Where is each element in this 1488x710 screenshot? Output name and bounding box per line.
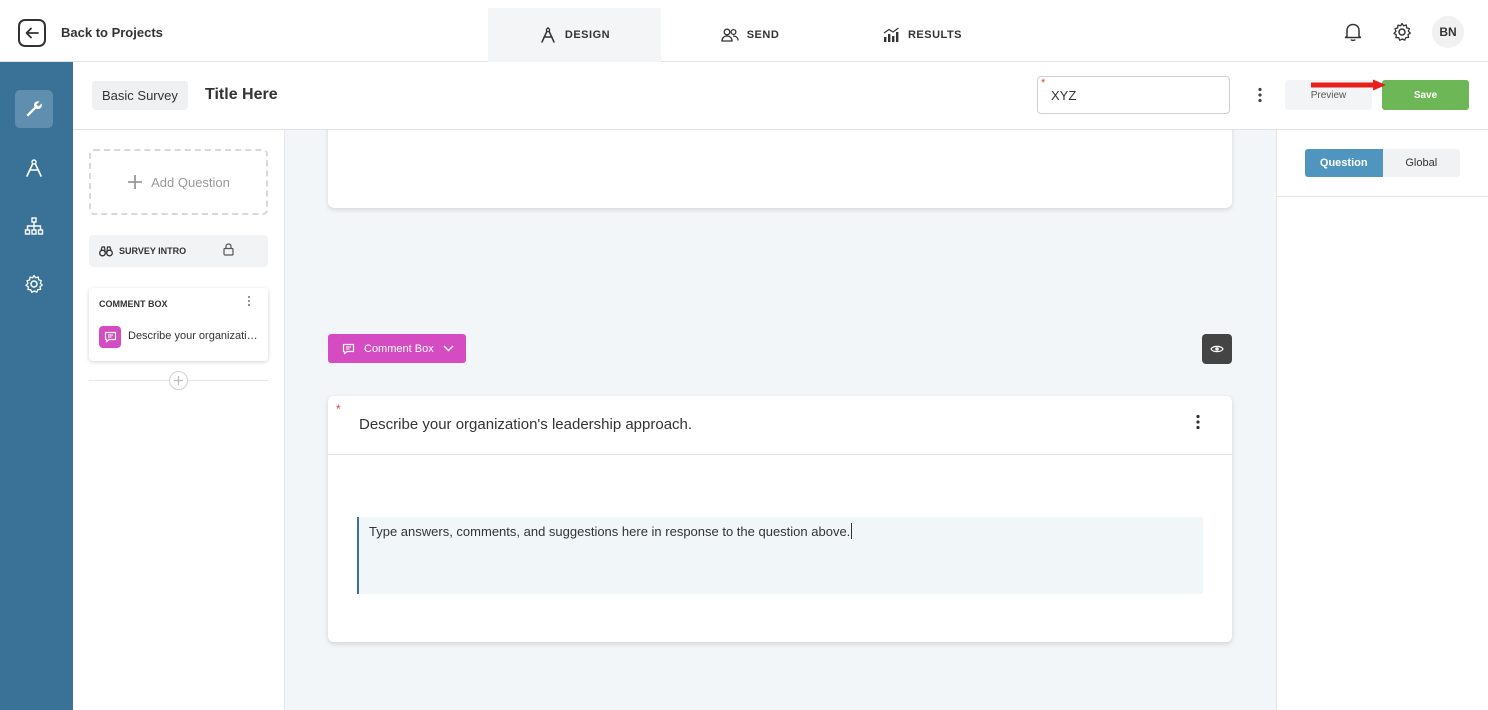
divider xyxy=(1277,196,1488,197)
more-options-icon[interactable] xyxy=(1196,414,1200,430)
add-question-label: Add Question xyxy=(151,174,230,190)
user-avatar[interactable]: BN xyxy=(1432,16,1464,48)
visibility-toggle[interactable] xyxy=(1202,334,1232,364)
survey-header: Basic Survey Title Here * Preview Save xyxy=(73,62,1488,130)
gear-icon[interactable] xyxy=(15,265,53,303)
outline-question-card[interactable]: COMMENT BOX Describe your organization's… xyxy=(89,288,268,361)
binoculars-icon xyxy=(99,245,113,257)
survey-intro-label: SURVEY INTRO xyxy=(119,246,187,256)
tab-global[interactable]: Global xyxy=(1382,149,1460,177)
answer-text: Type answers, comments, and suggestions … xyxy=(369,524,851,539)
survey-intro-item[interactable]: SURVEY INTRO xyxy=(89,235,268,267)
tab-results-label: RESULTS xyxy=(907,29,963,41)
tab-send-label: SEND xyxy=(746,29,780,41)
save-button[interactable]: Save xyxy=(1382,80,1469,110)
gear-icon[interactable] xyxy=(1390,20,1414,44)
tab-question[interactable]: Question xyxy=(1305,149,1383,177)
more-options-icon[interactable] xyxy=(1252,84,1268,106)
tab-design-label: DESIGN xyxy=(564,29,611,41)
survey-title[interactable]: Title Here xyxy=(205,86,278,104)
tab-results[interactable]: RESULTS xyxy=(870,8,974,62)
chevron-down-icon xyxy=(443,345,454,352)
text-caret xyxy=(851,523,853,539)
compass-icon[interactable] xyxy=(15,149,53,187)
back-to-projects-link[interactable]: Back to Projects xyxy=(61,25,163,40)
question-type-label: COMMENT BOX xyxy=(99,299,168,309)
top-bar: Back to Projects DESIGN SEND RESULTS BN xyxy=(0,0,1488,62)
insert-question-icon[interactable] xyxy=(169,371,188,390)
tab-design[interactable]: DESIGN xyxy=(488,8,661,62)
annotation-arrow xyxy=(1311,79,1386,91)
divider xyxy=(328,454,1232,455)
lock-icon xyxy=(223,243,234,256)
left-rail xyxy=(0,62,73,710)
outline-question-text: Describe your organization's leadership … xyxy=(128,330,262,342)
chart-icon xyxy=(882,27,900,43)
more-options-icon[interactable] xyxy=(247,295,251,307)
bell-icon[interactable] xyxy=(1341,20,1365,44)
answer-textarea[interactable]: Type answers, comments, and suggestions … xyxy=(357,517,1203,594)
survey-name-field[interactable] xyxy=(1037,76,1230,114)
question-outline-panel: Add Question SURVEY INTRO COMMENT BOX De… xyxy=(73,130,285,710)
settings-tabs: Question Global xyxy=(1305,149,1460,177)
comment-icon xyxy=(99,326,121,348)
question-type-label: Comment Box xyxy=(364,342,434,355)
settings-panel: Question Global xyxy=(1276,130,1488,710)
question-card[interactable]: * Describe your organization's leadershi… xyxy=(328,396,1232,642)
tab-send[interactable]: SEND xyxy=(690,8,810,62)
wrench-icon[interactable] xyxy=(15,90,53,128)
question-type-dropdown[interactable]: Comment Box xyxy=(328,334,466,363)
previous-question-card[interactable] xyxy=(328,130,1232,208)
add-question-button[interactable]: Add Question xyxy=(89,149,268,215)
plus-icon xyxy=(127,174,143,190)
comment-icon xyxy=(342,343,355,355)
required-star: * xyxy=(1041,77,1046,89)
editor-canvas: Comment Box * Describe your organization… xyxy=(285,130,1276,710)
survey-type-chip[interactable]: Basic Survey xyxy=(92,81,188,110)
eye-icon xyxy=(1210,344,1224,354)
users-icon xyxy=(721,28,739,42)
sitemap-icon[interactable] xyxy=(15,207,53,245)
back-arrow-icon[interactable] xyxy=(18,19,46,47)
required-star: * xyxy=(336,402,341,416)
question-text[interactable]: Describe your organization's leadership … xyxy=(359,416,692,433)
compass-icon xyxy=(539,27,557,43)
